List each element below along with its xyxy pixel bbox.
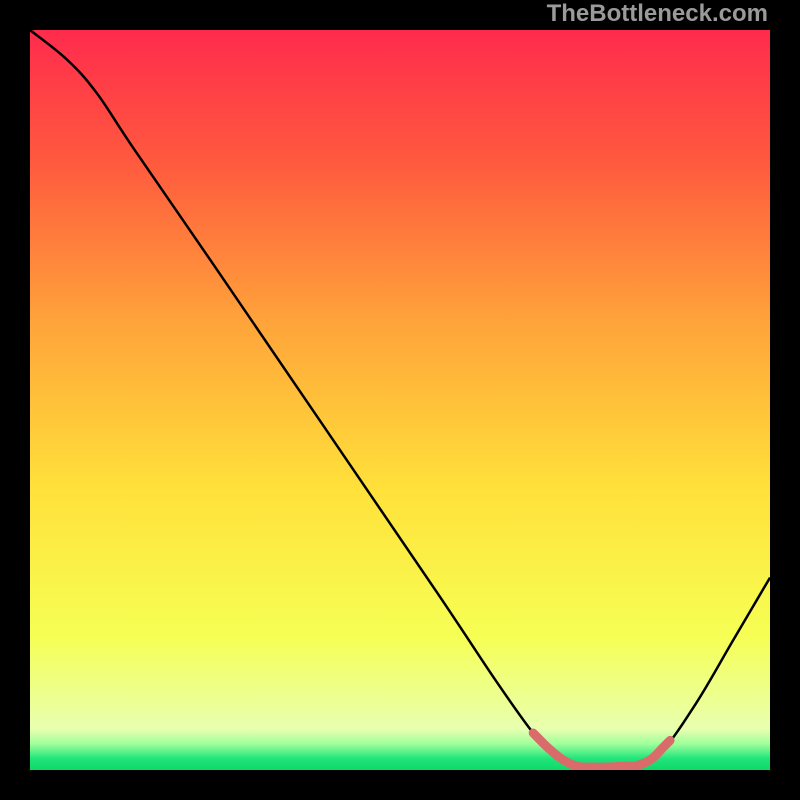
watermark-text: TheBottleneck.com bbox=[0, 0, 800, 30]
chart-background-gradient bbox=[30, 30, 770, 770]
chart-plot-area bbox=[30, 30, 770, 770]
chart-svg bbox=[30, 30, 770, 770]
